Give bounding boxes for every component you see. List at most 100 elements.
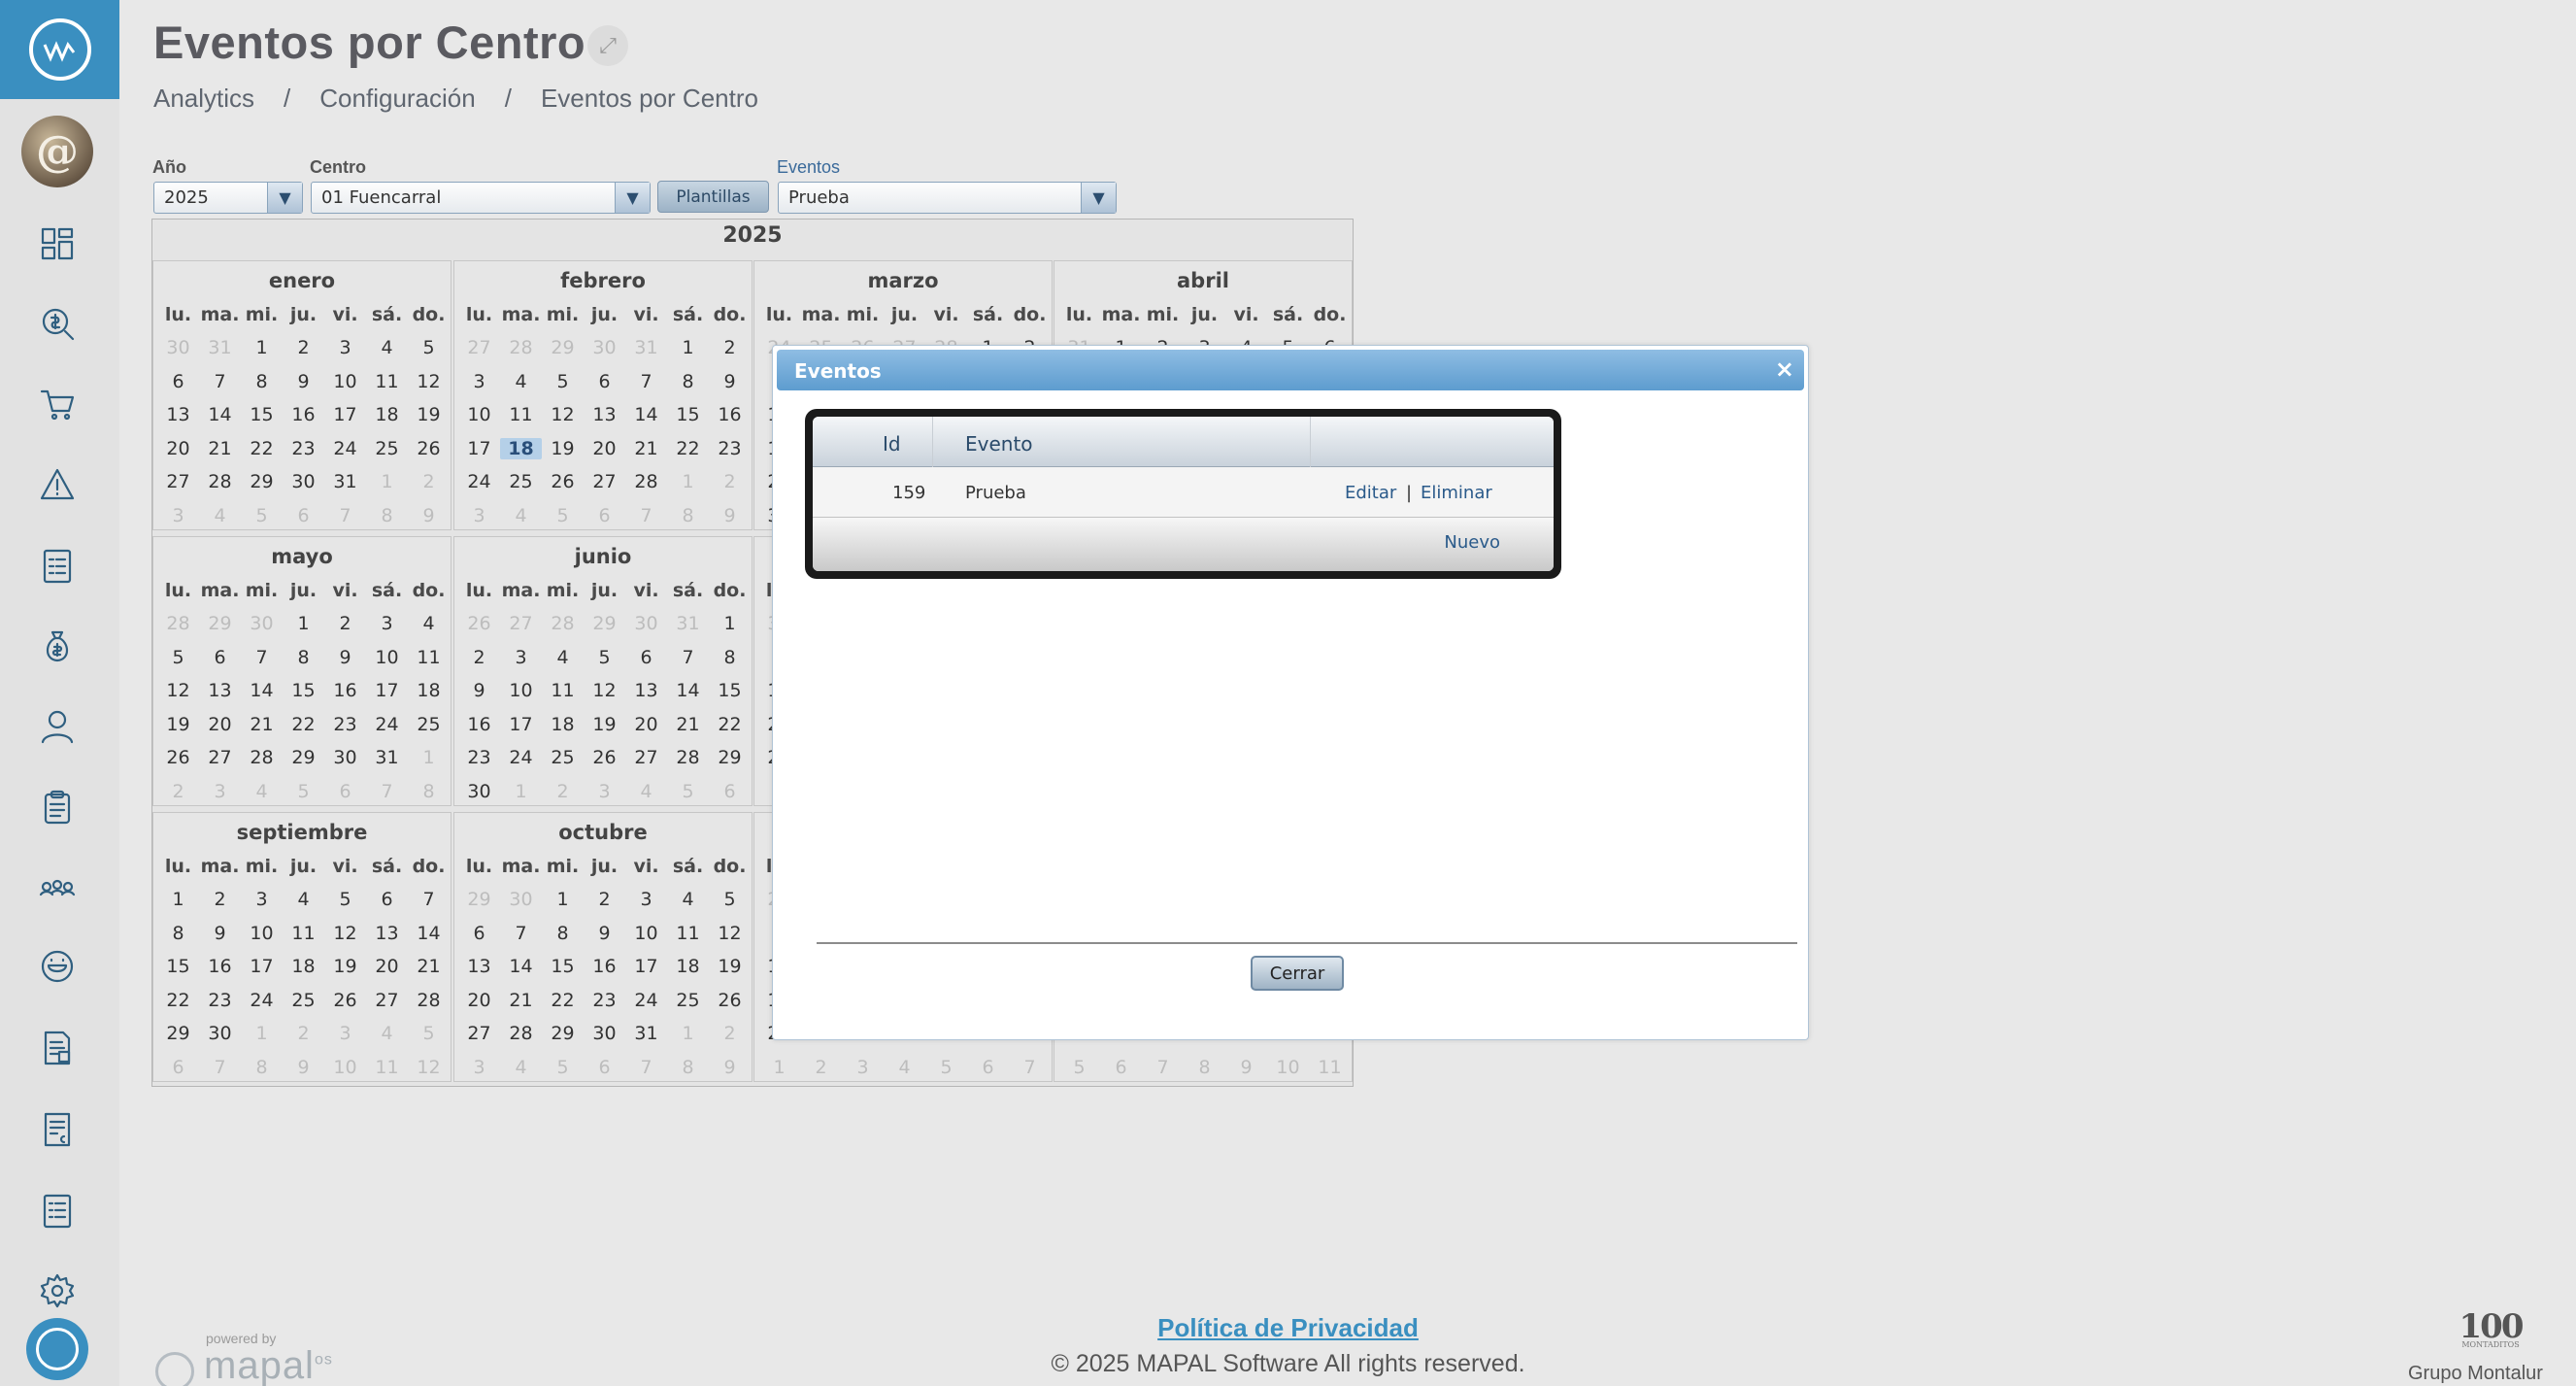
calendar-day[interactable]: 23 bbox=[283, 438, 324, 459]
calendar-day[interactable]: 4 bbox=[408, 613, 450, 634]
checklist-icon[interactable] bbox=[35, 544, 80, 589]
calendar-day[interactable]: 1 bbox=[157, 889, 199, 910]
calendar-day[interactable]: 26 bbox=[157, 747, 199, 768]
year-select[interactable]: 2025 ▼ bbox=[153, 182, 303, 214]
calendar-day[interactable]: 5 bbox=[584, 647, 625, 668]
calendar-day[interactable]: 7 bbox=[241, 647, 283, 668]
calendar-day[interactable]: 3 bbox=[324, 337, 366, 358]
calendar-day[interactable]: 20 bbox=[625, 714, 667, 735]
calendar-day[interactable]: 28 bbox=[241, 747, 283, 768]
calendar-day[interactable]: 14 bbox=[199, 404, 241, 425]
calendar-day[interactable]: 29 bbox=[542, 1023, 584, 1044]
calendar-day[interactable]: 20 bbox=[157, 438, 199, 459]
calendar-day[interactable]: 25 bbox=[408, 714, 450, 735]
chevron-down-icon[interactable]: ▼ bbox=[267, 183, 302, 213]
calendar-day[interactable]: 13 bbox=[458, 956, 500, 977]
calendar-day[interactable]: 27 bbox=[458, 1023, 500, 1044]
calendar-day[interactable]: 31 bbox=[366, 747, 408, 768]
calendar-day[interactable]: 28 bbox=[667, 747, 709, 768]
calendar-day[interactable]: 8 bbox=[157, 923, 199, 944]
calendar-day[interactable]: 12 bbox=[408, 371, 450, 392]
calendar-day[interactable]: 11 bbox=[283, 923, 324, 944]
calendar-day[interactable]: 16 bbox=[709, 404, 751, 425]
calendar-day[interactable]: 19 bbox=[542, 438, 584, 459]
calendar-day[interactable]: 25 bbox=[366, 438, 408, 459]
calendar-day[interactable]: 28 bbox=[408, 990, 450, 1011]
calendar-day[interactable]: 4 bbox=[283, 889, 324, 910]
calendar-day[interactable]: 10 bbox=[500, 680, 542, 701]
calendar-day[interactable]: 8 bbox=[241, 371, 283, 392]
calendar-day[interactable]: 17 bbox=[366, 680, 408, 701]
calendar-day[interactable]: 10 bbox=[458, 404, 500, 425]
calendar-day[interactable]: 9 bbox=[458, 680, 500, 701]
calendar-day[interactable]: 15 bbox=[709, 680, 751, 701]
calendar-day[interactable]: 25 bbox=[500, 471, 542, 492]
calendar-day[interactable]: 9 bbox=[709, 371, 751, 392]
plantillas-button[interactable]: Plantillas bbox=[657, 181, 769, 213]
calendar-day[interactable]: 15 bbox=[283, 680, 324, 701]
new-link[interactable]: Nuevo bbox=[1444, 532, 1500, 553]
calendar-day[interactable]: 6 bbox=[584, 371, 625, 392]
calendar-day[interactable]: 14 bbox=[625, 404, 667, 425]
calendar-day[interactable]: 27 bbox=[199, 747, 241, 768]
calendar-day[interactable]: 30 bbox=[458, 781, 500, 802]
calendar-day[interactable]: 26 bbox=[584, 747, 625, 768]
calendar-day[interactable]: 11 bbox=[366, 371, 408, 392]
calendar-day[interactable]: 20 bbox=[458, 990, 500, 1011]
calendar-day[interactable]: 27 bbox=[584, 471, 625, 492]
centro-select[interactable]: 01 Fuencarral ▼ bbox=[311, 182, 651, 214]
calendar-day[interactable]: 3 bbox=[625, 889, 667, 910]
calendar-day[interactable]: 18 bbox=[667, 956, 709, 977]
calendar-day[interactable]: 22 bbox=[667, 438, 709, 459]
calendar-day[interactable]: 3 bbox=[241, 889, 283, 910]
invoice-icon[interactable] bbox=[35, 1107, 80, 1152]
calendar-day[interactable]: 9 bbox=[199, 923, 241, 944]
calendar-day[interactable]: 1 bbox=[241, 337, 283, 358]
alert-icon[interactable] bbox=[35, 462, 80, 507]
app-logo[interactable] bbox=[0, 0, 119, 99]
cart-icon[interactable] bbox=[35, 382, 80, 426]
calendar-day[interactable]: 21 bbox=[667, 714, 709, 735]
calendar-day[interactable]: 26 bbox=[408, 438, 450, 459]
calendar-day[interactable]: 12 bbox=[542, 404, 584, 425]
report-icon[interactable] bbox=[35, 1026, 80, 1070]
calendar-day[interactable]: 29 bbox=[241, 471, 283, 492]
calendar-day[interactable]: 4 bbox=[366, 337, 408, 358]
calendar-day[interactable]: 21 bbox=[408, 956, 450, 977]
calendar-day[interactable]: 6 bbox=[458, 923, 500, 944]
calendar-day[interactable]: 13 bbox=[199, 680, 241, 701]
calendar-day[interactable]: 11 bbox=[408, 647, 450, 668]
finance-icon[interactable] bbox=[35, 301, 80, 346]
calendar-day[interactable]: 20 bbox=[584, 438, 625, 459]
calendar-day[interactable]: 3 bbox=[500, 647, 542, 668]
money-bag-icon[interactable] bbox=[35, 624, 80, 668]
calendar-day[interactable]: 31 bbox=[324, 471, 366, 492]
calendar-day[interactable]: 20 bbox=[199, 714, 241, 735]
calendar-day[interactable]: 17 bbox=[324, 404, 366, 425]
calendar-day[interactable]: 12 bbox=[324, 923, 366, 944]
calendar-day[interactable]: 29 bbox=[283, 747, 324, 768]
calendar-day[interactable]: 30 bbox=[283, 471, 324, 492]
calendar-day[interactable]: 25 bbox=[542, 747, 584, 768]
calendar-day[interactable]: 6 bbox=[366, 889, 408, 910]
calendar-day[interactable]: 16 bbox=[458, 714, 500, 735]
calendar-day[interactable]: 7 bbox=[667, 647, 709, 668]
calendar-day[interactable]: 17 bbox=[241, 956, 283, 977]
calendar-day[interactable]: 15 bbox=[542, 956, 584, 977]
calendar-day[interactable]: 2 bbox=[199, 889, 241, 910]
calendar-day[interactable]: 21 bbox=[199, 438, 241, 459]
calendar-day[interactable]: 14 bbox=[241, 680, 283, 701]
calendar-day[interactable]: 27 bbox=[157, 471, 199, 492]
calendar-day[interactable]: 8 bbox=[542, 923, 584, 944]
calendar-day[interactable]: 9 bbox=[324, 647, 366, 668]
calendar-day[interactable]: 22 bbox=[241, 438, 283, 459]
calendar-day[interactable]: 9 bbox=[283, 371, 324, 392]
close-icon[interactable]: × bbox=[1775, 355, 1794, 383]
calendar-day[interactable]: 21 bbox=[500, 990, 542, 1011]
calendar-day[interactable]: 18 bbox=[366, 404, 408, 425]
calendar-day[interactable]: 4 bbox=[667, 889, 709, 910]
calendar-day[interactable]: 24 bbox=[324, 438, 366, 459]
table-row[interactable]: 159 Prueba Editar | Eliminar bbox=[813, 467, 1554, 518]
calendar-day[interactable]: 27 bbox=[625, 747, 667, 768]
calendar-day[interactable]: 27 bbox=[366, 990, 408, 1011]
